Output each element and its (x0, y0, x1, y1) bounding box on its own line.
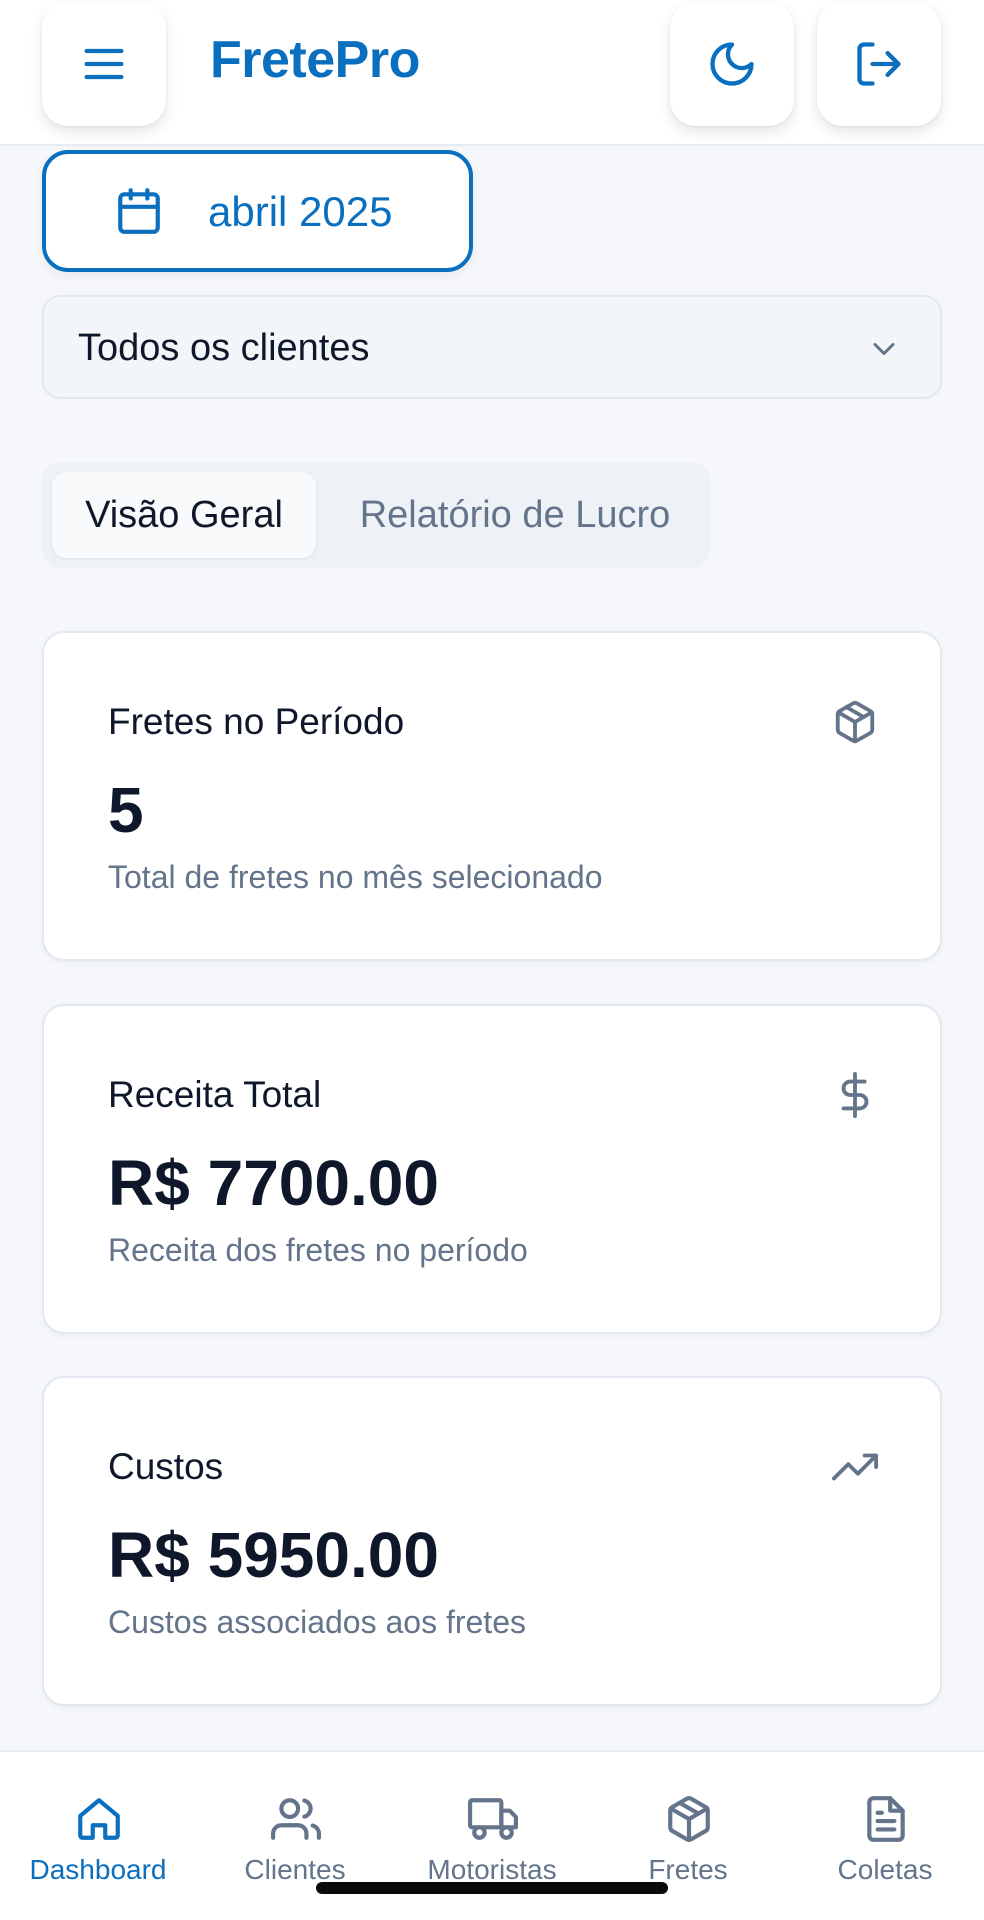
trending-up-icon (832, 1453, 878, 1481)
nav-label: Dashboard (29, 1854, 167, 1885)
card-title: Custos (108, 1446, 224, 1487)
card-title: Fretes no Período (108, 701, 405, 742)
moon-icon (710, 42, 754, 86)
tab-list: Visão Geral Relatório de Lucro (42, 462, 710, 568)
bottom-nav: Dashboard Clientes Motoristas Fretes Col… (0, 1750, 984, 1920)
nav-item-coletas[interactable]: Coletas (787, 1752, 983, 1902)
dollar-icon (841, 1072, 869, 1118)
package-icon (668, 1796, 710, 1843)
tab-visao-geral[interactable]: Visão Geral (52, 472, 316, 558)
client-filter-value: Todos os clientes (78, 327, 370, 369)
card-value: R$ 7700.00 (108, 1147, 439, 1219)
package-icon (835, 700, 875, 744)
stat-card-receita: Receita Total R$ 7700.00 Receita dos fre… (42, 1004, 942, 1334)
nav-item-motoristas[interactable]: Motoristas (394, 1752, 590, 1902)
tab-relatorio-lucro[interactable]: Relatório de Lucro (332, 472, 698, 558)
truck-icon (468, 1798, 518, 1840)
home-indicator (316, 1882, 668, 1894)
month-picker-button[interactable]: abril 2025 (42, 150, 473, 272)
card-value: R$ 5950.00 (108, 1519, 439, 1591)
nav-item-dashboard[interactable]: Dashboard (0, 1752, 196, 1902)
file-text-icon (867, 1796, 905, 1842)
nav-label: Coletas (837, 1854, 933, 1885)
calendar-icon (118, 188, 160, 234)
nav-item-clientes[interactable]: Clientes (197, 1752, 393, 1902)
app-title: FretePro (210, 31, 420, 89)
card-description: Total de fretes no mês selecionado (108, 859, 603, 895)
card-value: 5 (108, 774, 144, 846)
nav-item-fretes[interactable]: Fretes (590, 1752, 786, 1902)
theme-toggle-button[interactable] (670, 2, 794, 126)
home-icon (78, 1798, 120, 1840)
logout-button[interactable] (817, 2, 941, 126)
menu-button[interactable] (42, 2, 166, 126)
stat-card-fretes: Fretes no Período 5 Total de fretes no m… (42, 631, 942, 961)
card-title: Receita Total (108, 1074, 322, 1115)
month-label: abril 2025 (208, 188, 393, 235)
card-description: Receita dos fretes no período (108, 1232, 528, 1268)
chevron-down-icon (873, 343, 895, 355)
menu-icon (84, 48, 124, 80)
app-header: FretePro (0, 0, 984, 146)
stat-card-custos: Custos R$ 5950.00 Custos associados aos … (42, 1376, 942, 1706)
logout-icon (857, 42, 901, 86)
client-filter-select[interactable]: Todos os clientes (42, 295, 942, 399)
users-icon (271, 1798, 321, 1840)
card-description: Custos associados aos fretes (108, 1604, 526, 1640)
